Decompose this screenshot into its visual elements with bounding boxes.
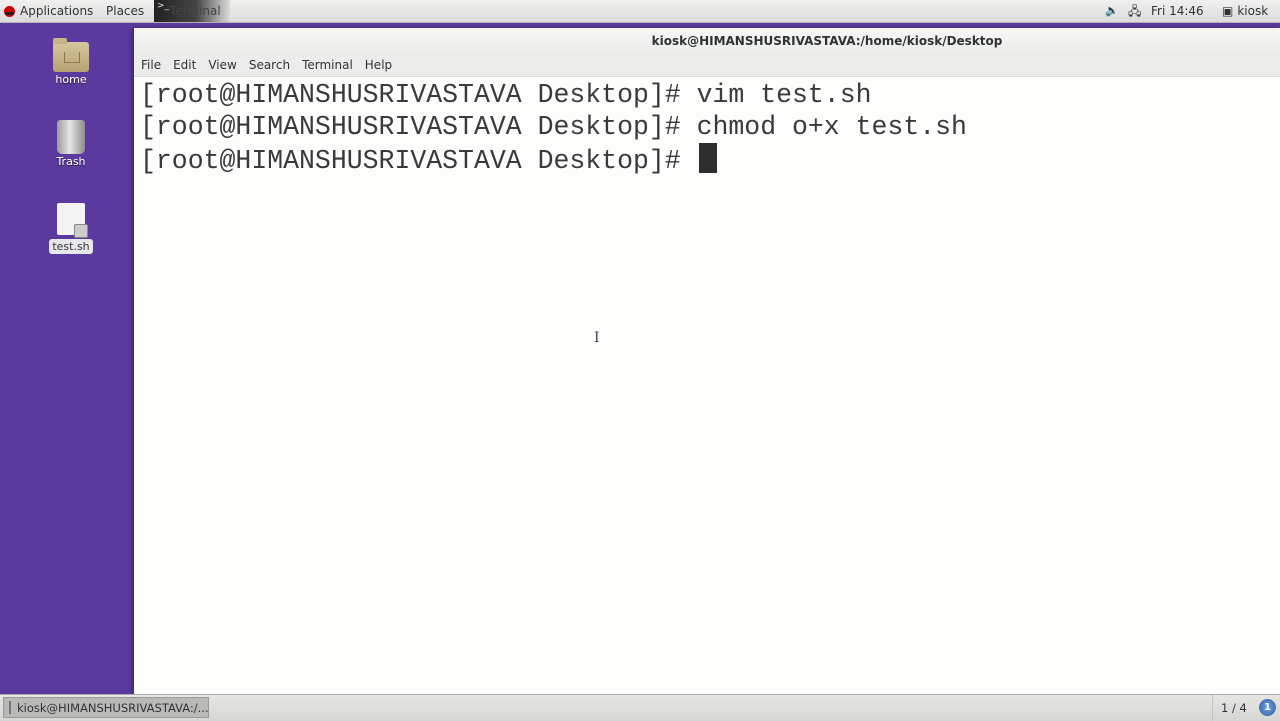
workspace-switcher[interactable]: 1 / 4 xyxy=(1212,695,1255,721)
taskbar-item-label: kiosk@HIMANSHUSRIVASTAVA:/... xyxy=(17,700,209,715)
trash-icon xyxy=(57,120,85,154)
applications-menu[interactable]: Applications xyxy=(4,0,93,22)
active-app-terminal[interactable]: >_ Terminal xyxy=(154,0,230,22)
user-icon: ▣ xyxy=(1222,4,1234,18)
text-cursor xyxy=(698,143,717,173)
desktop-icon-test-sh[interactable]: test.sh xyxy=(40,203,102,254)
window-title[interactable]: kiosk@HIMANSHUSRIVASTAVA:/home/kiosk/Des… xyxy=(134,28,1280,54)
bottom-panel: kiosk@HIMANSHUSRIVASTAVA:/... 1 / 4 1 xyxy=(0,694,1280,721)
home-folder-icon xyxy=(53,38,89,72)
menu-search[interactable]: Search xyxy=(249,54,296,76)
terminal-output[interactable]: [root@HIMANSHUSRIVASTAVA Desktop]# vim t… xyxy=(134,77,1280,177)
desktop-icon-label: Trash xyxy=(56,155,86,168)
clock[interactable]: Fri 14:46 xyxy=(1151,0,1204,22)
menu-view[interactable]: View xyxy=(208,54,242,76)
active-app-label: Terminal xyxy=(170,4,221,18)
desktop-icon-trash[interactable]: Trash xyxy=(40,120,102,169)
terminal-window[interactable]: kiosk@HIMANSHUSRIVASTAVA:/home/kiosk/Des… xyxy=(134,28,1280,694)
taskbar-item-terminal[interactable]: kiosk@HIMANSHUSRIVASTAVA:/... xyxy=(3,697,209,718)
network-disconnected-icon[interactable]: 🖧 xyxy=(1128,0,1141,22)
terminal-line: [root@HIMANSHUSRIVASTAVA Desktop]# vim t… xyxy=(140,80,872,110)
menu-edit[interactable]: Edit xyxy=(173,54,202,76)
redhat-logo-icon xyxy=(4,5,15,17)
terminal-icon xyxy=(9,701,11,714)
top-panel: Applications Places >_ Terminal 🔈 🖧 Fri … xyxy=(0,0,1280,23)
menubar: File Edit View Search Terminal Help xyxy=(134,54,1280,77)
user-name: kiosk xyxy=(1237,4,1269,18)
menu-file[interactable]: File xyxy=(141,54,167,76)
desktop-icon-label: home xyxy=(55,73,87,86)
terminal-icon: >_ xyxy=(157,1,170,11)
prompt: [root@HIMANSHUSRIVASTAVA Desktop]# xyxy=(140,146,697,176)
script-file-icon xyxy=(57,203,88,238)
desktop-icon-home[interactable]: home xyxy=(40,38,102,87)
desktop-icon-label: test.sh xyxy=(49,239,93,254)
applications-label: Applications xyxy=(20,4,94,18)
mouse-ibeam-icon: I xyxy=(594,330,600,346)
volume-muted-icon[interactable]: 🔈 xyxy=(1105,0,1119,22)
places-menu[interactable]: Places xyxy=(106,0,144,22)
menu-terminal[interactable]: Terminal xyxy=(302,54,359,76)
menu-help[interactable]: Help xyxy=(365,54,398,76)
notification-badge[interactable]: 1 xyxy=(1259,699,1276,716)
terminal-line-current: [root@HIMANSHUSRIVASTAVA Desktop]# xyxy=(140,143,1274,176)
terminal-line: [root@HIMANSHUSRIVASTAVA Desktop]# chmod… xyxy=(140,112,967,142)
user-menu[interactable]: ▣ kiosk xyxy=(1222,0,1268,22)
